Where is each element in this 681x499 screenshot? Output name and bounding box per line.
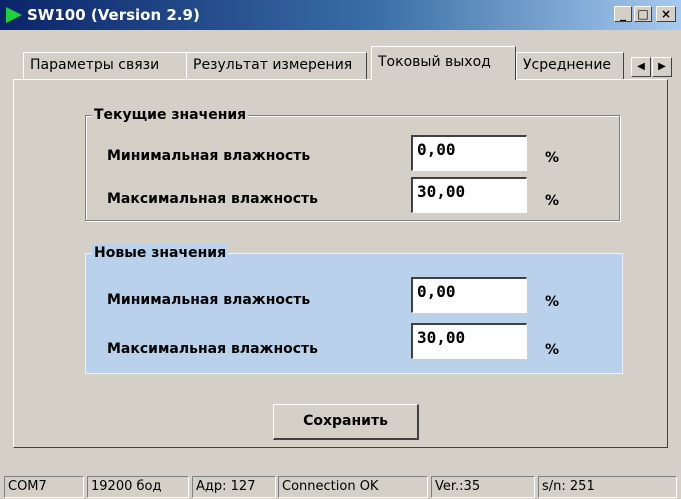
tab-label: Параметры связи bbox=[30, 57, 160, 73]
status-baud: 19200 бод bbox=[87, 476, 189, 498]
new-min-unit: % bbox=[545, 294, 560, 310]
status-port: COM7 bbox=[4, 476, 84, 498]
status-version: Ver.:35 bbox=[431, 476, 535, 498]
tab-averaging[interactable]: Усреднение bbox=[516, 52, 624, 79]
current-min-label: Минимальная влажность bbox=[107, 148, 311, 164]
current-min-field: 0,00 bbox=[411, 135, 527, 171]
tab-measurement-result[interactable]: Результат измерения bbox=[186, 52, 367, 79]
status-address: Адр: 127 bbox=[192, 476, 276, 498]
new-values-title: Новые значения bbox=[92, 244, 229, 262]
status-bar: COM7 19200 бод Адр: 127 Connection OK Ve… bbox=[0, 473, 681, 499]
tab-connection-params[interactable]: Параметры связи bbox=[23, 52, 187, 79]
save-button[interactable]: Сохранить bbox=[273, 404, 419, 440]
tab-current-output[interactable]: Токовый выход bbox=[371, 46, 516, 80]
title-bar[interactable]: SW100 (Version 2.9) _ □ × bbox=[0, 0, 681, 30]
new-max-input[interactable]: 30,00 bbox=[411, 323, 527, 359]
app-play-icon bbox=[6, 7, 22, 23]
tab-label: Токовый выход bbox=[378, 54, 491, 70]
tab-scroll-left-icon[interactable]: ◀ bbox=[631, 57, 651, 77]
current-min-unit: % bbox=[545, 150, 560, 166]
close-button[interactable]: × bbox=[656, 6, 676, 22]
tab-label: Усреднение bbox=[523, 57, 612, 73]
status-serial: s/n: 251 bbox=[538, 476, 677, 498]
tab-scroll-right-icon[interactable]: ▶ bbox=[652, 57, 672, 77]
new-max-label: Максимальная влажность bbox=[107, 341, 319, 357]
current-values-title: Текущие значения bbox=[92, 106, 249, 124]
current-max-field: 30,00 bbox=[411, 177, 527, 213]
current-max-label: Максимальная влажность bbox=[107, 191, 319, 207]
new-min-input[interactable]: 0,00 bbox=[411, 277, 527, 313]
new-min-label: Минимальная влажность bbox=[107, 292, 311, 308]
minimize-button[interactable]: _ bbox=[614, 6, 632, 22]
window-title: SW100 (Version 2.9) bbox=[27, 6, 200, 24]
status-connection: Connection OK bbox=[278, 476, 428, 498]
current-max-unit: % bbox=[545, 193, 560, 209]
maximize-button[interactable]: □ bbox=[634, 6, 652, 22]
tab-label: Результат измерения bbox=[193, 57, 353, 73]
new-max-unit: % bbox=[545, 342, 560, 358]
